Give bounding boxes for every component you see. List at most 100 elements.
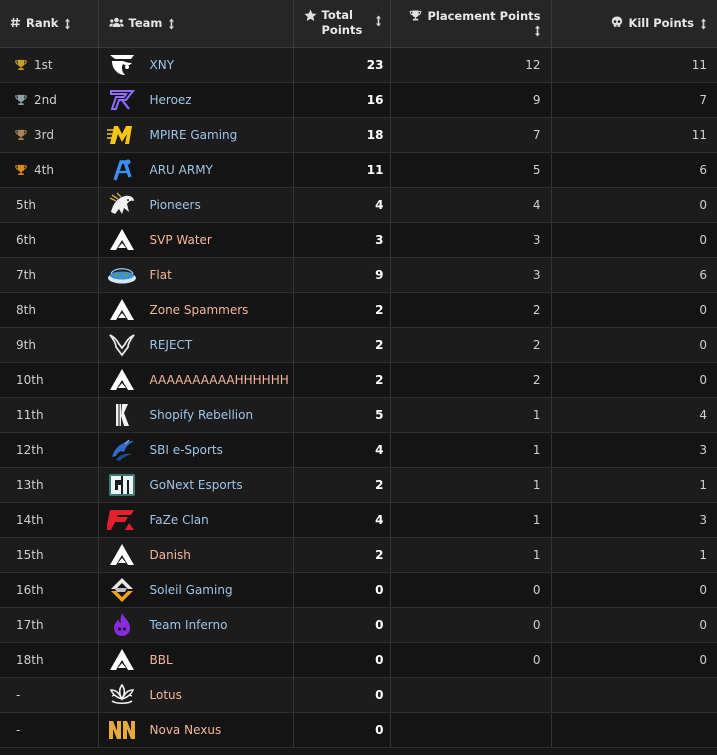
kill-points-cell: 0 — [551, 607, 717, 643]
table-row: 10th AAAAAAAAAAHHHHHH 2 2 0 — [0, 362, 717, 398]
total-points-column-header[interactable]: Total Points — [293, 0, 391, 48]
sort-arrows-icon[interactable] — [534, 25, 541, 37]
rank-cell: 14th — [0, 502, 99, 538]
rank-cell: - — [0, 712, 99, 748]
team-logo-icon[interactable] — [107, 437, 137, 463]
team-name-link[interactable]: Shopify Rebellion — [150, 408, 254, 422]
team-name-link[interactable]: Nova Nexus — [150, 723, 222, 737]
team-logo-icon[interactable] — [107, 87, 137, 113]
rank-value: 6th — [16, 232, 36, 247]
team-name-link[interactable]: Lotus — [150, 688, 182, 702]
team-name-link[interactable]: XNY — [150, 58, 175, 72]
team-logo-icon[interactable] — [107, 542, 137, 568]
kill-header-label: Kill Points — [628, 16, 694, 31]
team-name-link[interactable]: Pioneers — [150, 198, 201, 212]
team-logo-icon[interactable] — [107, 262, 137, 288]
team-name-link[interactable]: AAAAAAAAAAHHHHHH — [150, 373, 289, 387]
team-cell[interactable]: BBL — [98, 642, 294, 678]
team-cell[interactable]: REJECT — [98, 327, 294, 363]
placement-points-cell: 1 — [390, 432, 552, 468]
team-logo-icon[interactable] — [107, 682, 137, 708]
team-cell[interactable]: Flat — [98, 257, 294, 293]
team-name-link[interactable]: Flat — [150, 268, 172, 282]
rank-cell: 7th — [0, 257, 99, 293]
team-cell[interactable]: AAAAAAAAAAHHHHHH — [98, 362, 294, 398]
team-logo-icon[interactable] — [107, 402, 137, 428]
sort-arrows-icon[interactable] — [168, 18, 175, 30]
rank-cell: 13th — [0, 467, 99, 503]
team-logo-icon[interactable] — [107, 717, 137, 743]
team-cell[interactable]: GoNext Esports — [98, 467, 294, 503]
team-column-header[interactable]: Team — [98, 0, 294, 48]
team-name-link[interactable]: Soleil Gaming — [150, 583, 233, 597]
team-logo-icon[interactable] — [107, 157, 137, 183]
table-row: 9th REJECT 2 2 0 — [0, 327, 717, 363]
team-name-link[interactable]: ARU ARMY — [150, 163, 213, 177]
sort-arrows-icon[interactable] — [700, 18, 707, 30]
kill-points-cell: 0 — [551, 187, 717, 223]
standings-table: Rank Team Total Points Placement Points K… — [0, 0, 717, 748]
team-name-link[interactable]: SVP Water — [150, 233, 212, 247]
rank-header-label: Rank — [26, 16, 59, 31]
team-name-link[interactable]: GoNext Esports — [150, 478, 243, 492]
team-name-link[interactable]: Zone Spammers — [150, 303, 249, 317]
skull-icon — [612, 16, 623, 28]
kill-points-cell: 0 — [551, 642, 717, 678]
rank-cell: 18th — [0, 642, 99, 678]
hash-icon — [10, 18, 21, 28]
team-logo-icon[interactable] — [107, 612, 137, 638]
team-cell[interactable]: Lotus — [98, 677, 294, 713]
rank-value: 4th — [34, 162, 54, 177]
rank-cell: 16th — [0, 572, 99, 608]
team-logo-icon[interactable] — [107, 647, 137, 673]
sort-arrows-icon[interactable] — [64, 18, 71, 30]
kill-points-cell: 0 — [551, 292, 717, 328]
placement-points-column-header[interactable]: Placement Points — [390, 0, 552, 48]
rank-value: 12th — [16, 442, 44, 457]
team-cell[interactable]: Team Inferno — [98, 607, 294, 643]
team-logo-icon[interactable] — [107, 227, 137, 253]
kill-points-cell: 3 — [551, 432, 717, 468]
rank-value: 5th — [16, 197, 36, 212]
team-name-link[interactable]: BBL — [150, 653, 173, 667]
team-name-link[interactable]: REJECT — [150, 338, 193, 352]
total-points-cell: 0 — [293, 642, 391, 678]
rank-value: 11th — [16, 407, 44, 422]
team-cell[interactable]: FaZe Clan — [98, 502, 294, 538]
team-cell[interactable]: MPIRE Gaming — [98, 117, 294, 153]
team-cell[interactable]: SVP Water — [98, 222, 294, 258]
sort-arrows-icon[interactable] — [375, 15, 382, 27]
team-logo-icon[interactable] — [107, 472, 137, 498]
team-cell[interactable]: Heroez — [98, 82, 294, 118]
team-name-link[interactable]: Danish — [150, 548, 191, 562]
team-cell[interactable]: Zone Spammers — [98, 292, 294, 328]
team-logo-icon[interactable] — [106, 122, 137, 148]
team-name-link[interactable]: Team Inferno — [150, 618, 228, 632]
team-logo-icon[interactable] — [107, 52, 137, 78]
team-name-link[interactable]: SBI e-Sports — [150, 443, 223, 457]
team-logo-icon[interactable] — [107, 191, 137, 218]
team-logo-icon[interactable] — [107, 332, 137, 358]
team-cell[interactable]: Nova Nexus — [98, 712, 294, 748]
team-logo-icon[interactable] — [107, 297, 137, 323]
total-points-cell: 4 — [293, 187, 391, 223]
team-name-link[interactable]: Heroez — [150, 93, 192, 107]
kill-points-cell: 0 — [551, 222, 717, 258]
team-cell[interactable]: Danish — [98, 537, 294, 573]
team-cell[interactable]: ARU ARMY — [98, 152, 294, 188]
team-cell[interactable]: XNY — [98, 47, 294, 83]
team-name-link[interactable]: MPIRE Gaming — [150, 128, 238, 142]
team-cell[interactable]: SBI e-Sports — [98, 432, 294, 468]
team-cell[interactable]: Pioneers — [98, 187, 294, 223]
team-cell[interactable]: Shopify Rebellion — [98, 397, 294, 433]
team-logo-icon[interactable] — [107, 367, 137, 393]
team-logo-icon[interactable] — [105, 507, 137, 533]
kill-points-column-header[interactable]: Kill Points — [551, 0, 717, 48]
kill-points-cell — [551, 677, 717, 713]
kill-points-cell — [551, 712, 717, 748]
team-name-link[interactable]: FaZe Clan — [150, 513, 209, 527]
rank-column-header[interactable]: Rank — [0, 0, 99, 48]
placement-points-cell: 1 — [390, 537, 552, 573]
team-cell[interactable]: Soleil Gaming — [98, 572, 294, 608]
team-logo-icon[interactable] — [107, 577, 137, 603]
